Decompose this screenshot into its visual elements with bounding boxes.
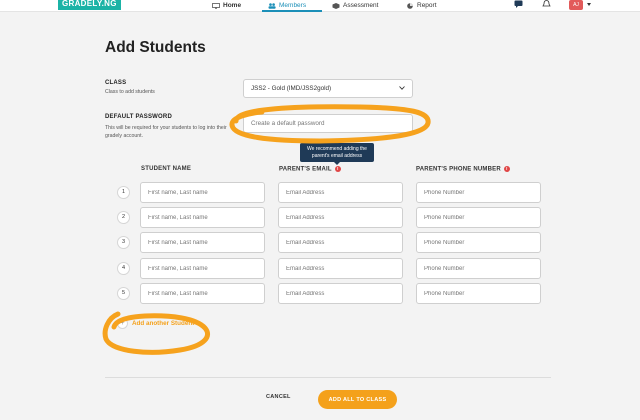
monitor-icon <box>212 3 220 9</box>
add-another-student-label: Add another Student <box>132 320 195 327</box>
class-select[interactable]: JSS2 - Gold (IMD/JSS2gold) <box>243 79 413 98</box>
chevron-down-icon[interactable] <box>587 3 591 6</box>
student-name-input[interactable] <box>140 283 265 304</box>
student-name-input[interactable] <box>140 182 265 203</box>
col-header-parent-email-label: PARENT'S EMAIL <box>279 166 332 173</box>
class-label: CLASS <box>105 80 127 86</box>
row-number: 5 <box>117 287 130 300</box>
col-header-parent-phone: PARENT'S PHONE NUMBER! <box>416 166 510 173</box>
parent-phone-input[interactable] <box>416 232 541 253</box>
page-title: Add Students <box>105 39 206 56</box>
members-icon <box>268 3 276 9</box>
password-sublabel: This will be required for your students … <box>105 125 227 139</box>
parent-phone-input[interactable] <box>416 207 541 228</box>
avatar[interactable]: AJ <box>569 0 583 10</box>
nav-active-indicator <box>262 10 322 12</box>
parent-email-input[interactable] <box>278 182 403 203</box>
parent-email-input[interactable] <box>278 283 403 304</box>
info-icon[interactable]: ! <box>503 166 510 172</box>
report-icon <box>407 3 413 9</box>
footer-divider <box>105 377 551 378</box>
password-label: DEFAULT PASSWORD <box>105 114 172 120</box>
nav-report-label: Report <box>417 2 437 9</box>
nav-home-label: Home <box>223 2 242 9</box>
parent-email-input[interactable] <box>278 232 403 253</box>
parent-phone-input[interactable] <box>416 182 541 203</box>
row-number: 2 <box>117 211 130 224</box>
nav-report[interactable]: Report <box>406 1 437 11</box>
nav-home[interactable]: Home <box>212 1 241 11</box>
col-header-student-name: STUDENT NAME <box>141 166 192 172</box>
assessment-icon <box>332 3 340 9</box>
add-all-to-class-button[interactable]: ADD ALL TO CLASS <box>318 390 397 409</box>
default-password-input[interactable] <box>243 114 413 133</box>
parent-email-input[interactable] <box>278 207 403 228</box>
student-name-input[interactable] <box>140 207 265 228</box>
bell-icon[interactable] <box>542 0 551 8</box>
email-tooltip: We recommend adding the parent's email a… <box>300 143 374 165</box>
student-name-input[interactable] <box>140 232 265 253</box>
cancel-button[interactable]: CANCEL <box>266 394 291 400</box>
class-sublabel: Class to add students <box>105 89 155 95</box>
student-name-input[interactable] <box>140 258 265 279</box>
row-number: 1 <box>117 186 130 199</box>
gradely-logo[interactable]: GRADELY.NG <box>58 0 121 10</box>
top-navbar: GRADELY.NG Home Members Assessment Repor… <box>0 0 640 12</box>
class-select-value: JSS2 - Gold (IMD/JSS2gold) <box>251 85 332 92</box>
plus-icon: + <box>117 318 128 329</box>
nav-assessment[interactable]: Assessment <box>332 1 378 11</box>
parent-phone-input[interactable] <box>416 283 541 304</box>
info-icon[interactable]: ! <box>334 166 341 172</box>
add-another-student-button[interactable]: + Add another Student <box>117 318 194 329</box>
parent-email-input[interactable] <box>278 258 403 279</box>
parent-phone-input[interactable] <box>416 258 541 279</box>
chat-icon[interactable] <box>514 0 523 8</box>
chevron-down-icon <box>399 86 405 90</box>
row-number: 3 <box>117 236 130 249</box>
row-number: 4 <box>117 262 130 275</box>
col-header-parent-phone-label: PARENT'S PHONE NUMBER <box>416 166 501 173</box>
nav-assessment-label: Assessment <box>343 2 379 9</box>
col-header-parent-email: PARENT'S EMAIL! <box>279 166 341 173</box>
